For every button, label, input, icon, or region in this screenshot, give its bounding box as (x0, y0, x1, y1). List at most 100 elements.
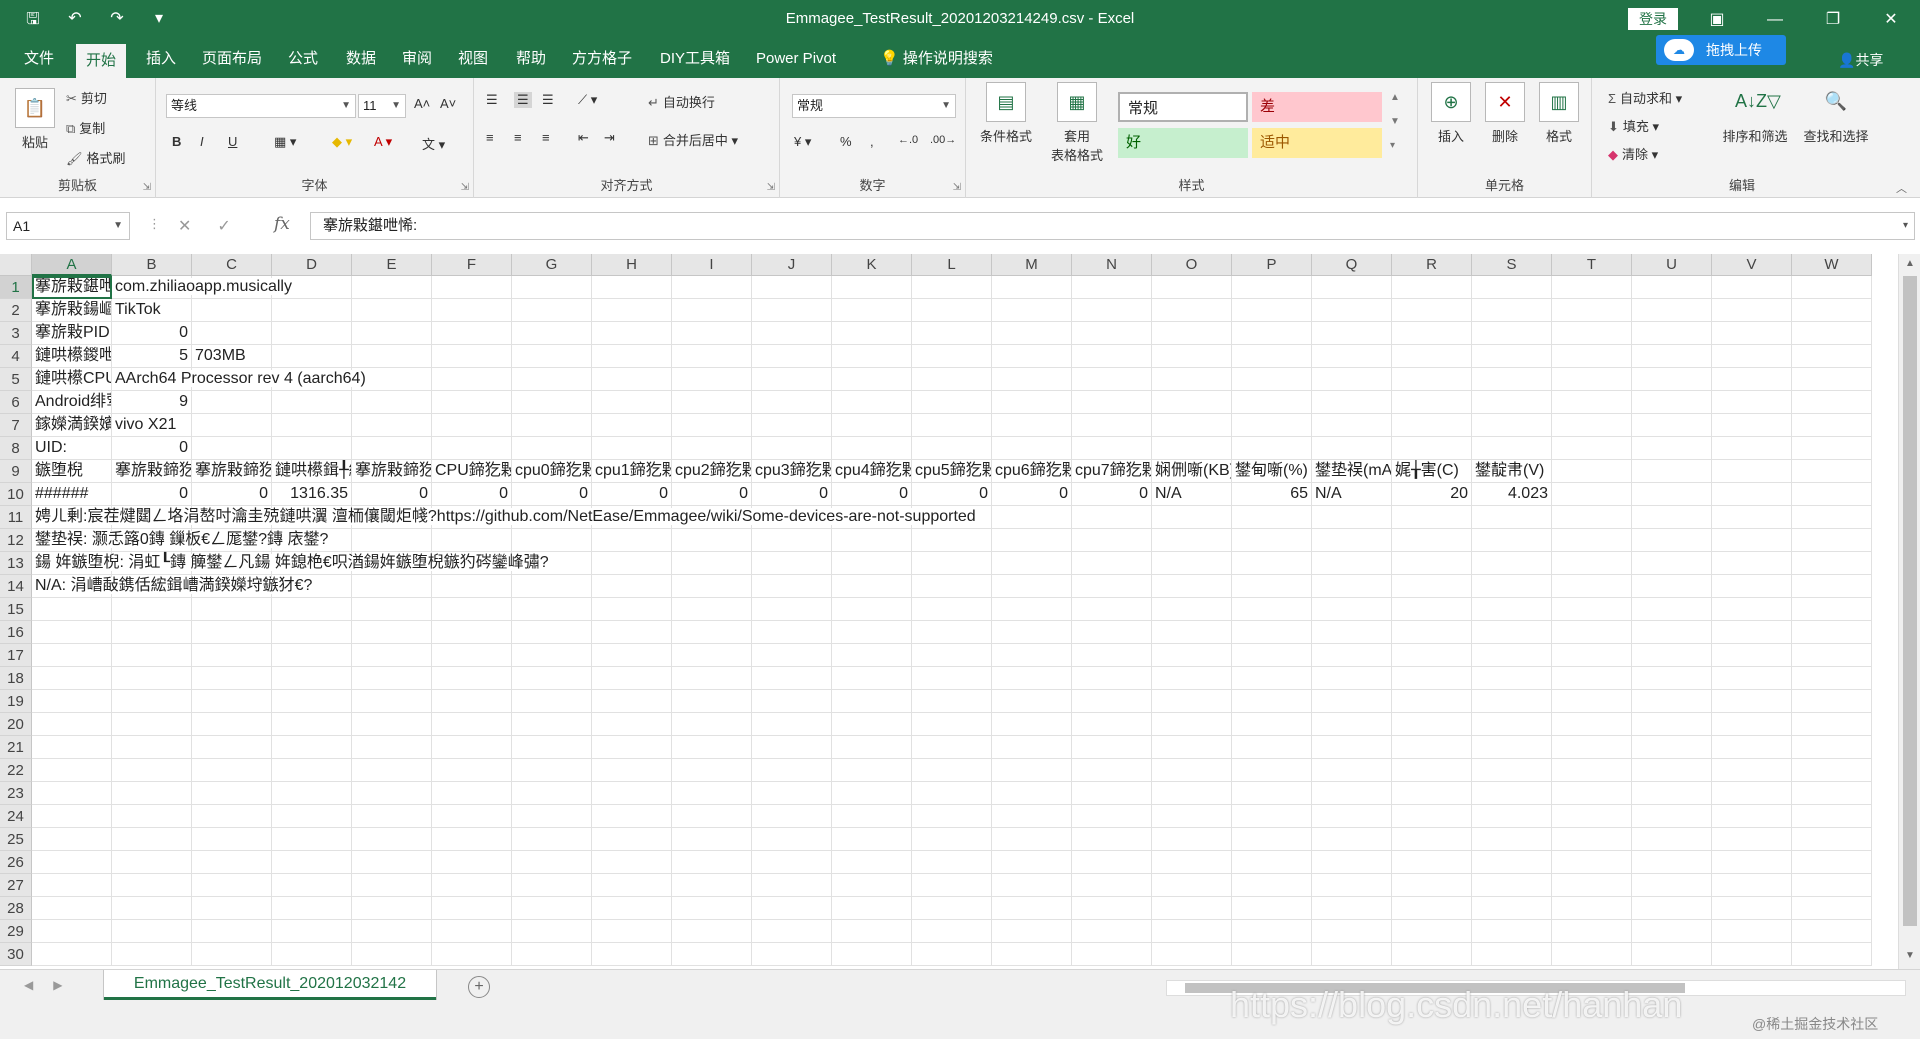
cell-n3[interactable] (1072, 322, 1152, 345)
cell-v24[interactable] (1712, 805, 1792, 828)
cell-n18[interactable] (1072, 667, 1152, 690)
cell-v29[interactable] (1712, 920, 1792, 943)
cell-p2[interactable] (1232, 299, 1312, 322)
row-header[interactable]: 18 (0, 667, 32, 690)
cell-i6[interactable] (672, 391, 752, 414)
fill-button[interactable]: ⬇ 填充 ▾ (1608, 116, 1659, 135)
name-box[interactable]: A1 ▼ (6, 212, 130, 240)
cell-l13[interactable] (912, 552, 992, 575)
cell-b10[interactable]: 0 (112, 483, 192, 506)
cell-e10[interactable]: 0 (352, 483, 432, 506)
sheet-next-icon[interactable]: ▶ (53, 978, 62, 992)
cell-f5[interactable] (432, 368, 512, 391)
cell-g12[interactable] (512, 529, 592, 552)
cell-d8[interactable] (272, 437, 352, 460)
format-as-table-button[interactable]: ▦ 套用 表格格式 (1040, 82, 1114, 164)
cell-c23[interactable] (192, 782, 272, 805)
cell-m18[interactable] (992, 667, 1072, 690)
cell-r21[interactable] (1392, 736, 1472, 759)
cell-b20[interactable] (112, 713, 192, 736)
cell-m21[interactable] (992, 736, 1072, 759)
cell-o23[interactable] (1152, 782, 1232, 805)
insert-cells-button[interactable]: ⊕ 插入 (1426, 82, 1476, 145)
cell-e18[interactable] (352, 667, 432, 690)
cell-m14[interactable] (992, 575, 1072, 598)
number-format-select[interactable]: 常规 ▼ (792, 94, 956, 118)
cell-f12[interactable] (432, 529, 512, 552)
cell-k14[interactable] (832, 575, 912, 598)
cell-m6[interactable] (992, 391, 1072, 414)
cell-u21[interactable] (1632, 736, 1712, 759)
cell-p4[interactable] (1232, 345, 1312, 368)
column-header-p[interactable]: P (1232, 254, 1312, 276)
cell-u13[interactable] (1632, 552, 1712, 575)
cell-w17[interactable] (1792, 644, 1872, 667)
cell-a22[interactable] (32, 759, 112, 782)
cell-v2[interactable] (1712, 299, 1792, 322)
cell-l2[interactable] (912, 299, 992, 322)
cell-v16[interactable] (1712, 621, 1792, 644)
cell-k6[interactable] (832, 391, 912, 414)
cell-a26[interactable] (32, 851, 112, 874)
cell-l29[interactable] (912, 920, 992, 943)
cell-o16[interactable] (1152, 621, 1232, 644)
cell-u18[interactable] (1632, 667, 1712, 690)
cell-i7[interactable] (672, 414, 752, 437)
cell-d3[interactable] (272, 322, 352, 345)
column-header-e[interactable]: E (352, 254, 432, 276)
cell-p1[interactable] (1232, 276, 1312, 299)
cell-h6[interactable] (592, 391, 672, 414)
row-header[interactable]: 23 (0, 782, 32, 805)
cell-g7[interactable] (512, 414, 592, 437)
cell-t2[interactable] (1552, 299, 1632, 322)
number-launcher-icon[interactable]: ⇲ (953, 182, 961, 193)
cell-s29[interactable] (1472, 920, 1552, 943)
cell-i27[interactable] (672, 874, 752, 897)
cell-n1[interactable] (1072, 276, 1152, 299)
cell-m4[interactable] (992, 345, 1072, 368)
cell-k5[interactable] (832, 368, 912, 391)
cell-l9[interactable]: cpu5鍗犵敤 (912, 460, 992, 483)
cell-l25[interactable] (912, 828, 992, 851)
cell-g17[interactable] (512, 644, 592, 667)
cell-e12[interactable] (352, 529, 432, 552)
column-header-w[interactable]: W (1792, 254, 1872, 276)
column-header-k[interactable]: K (832, 254, 912, 276)
clear-button[interactable]: ◆ 清除 ▾ (1608, 144, 1658, 163)
cell-c20[interactable] (192, 713, 272, 736)
cell-e21[interactable] (352, 736, 432, 759)
cell-t29[interactable] (1552, 920, 1632, 943)
cell-i8[interactable] (672, 437, 752, 460)
cell-g29[interactable] (512, 920, 592, 943)
sheet-prev-icon[interactable]: ◀ (24, 978, 33, 992)
cell-g1[interactable] (512, 276, 592, 299)
cell-w16[interactable] (1792, 621, 1872, 644)
insert-function-button[interactable]: fx (274, 214, 290, 234)
cell-n29[interactable] (1072, 920, 1152, 943)
cell-n6[interactable] (1072, 391, 1152, 414)
cell-h7[interactable] (592, 414, 672, 437)
formula-input[interactable]: 搴旂敤鍖呭悕: ▾ (310, 212, 1915, 240)
column-header-v[interactable]: V (1712, 254, 1792, 276)
cell-s8[interactable] (1472, 437, 1552, 460)
cell-p27[interactable] (1232, 874, 1312, 897)
cell-a14[interactable]: N/A: 涓嶆敮鎸佸綋鍓嶆満鍨嬫垨鏃犲€? (32, 575, 313, 598)
cell-u7[interactable] (1632, 414, 1712, 437)
cell-l21[interactable] (912, 736, 992, 759)
cell-w21[interactable] (1792, 736, 1872, 759)
close-icon[interactable]: ✕ (1862, 0, 1920, 40)
cell-q2[interactable] (1312, 299, 1392, 322)
cell-b9[interactable]: 搴旂敤鍗犵敤 (112, 460, 192, 483)
cell-k1[interactable] (832, 276, 912, 299)
cell-b2[interactable]: TikTok (112, 299, 192, 322)
cell-b26[interactable] (112, 851, 192, 874)
cell-r28[interactable] (1392, 897, 1472, 920)
align-left-icon[interactable]: ≡ (486, 130, 494, 145)
cell-g14[interactable] (512, 575, 592, 598)
cell-v3[interactable] (1712, 322, 1792, 345)
cell-v1[interactable] (1712, 276, 1792, 299)
cell-s14[interactable] (1472, 575, 1552, 598)
cell-f6[interactable] (432, 391, 512, 414)
cell-g8[interactable] (512, 437, 592, 460)
cell-s22[interactable] (1472, 759, 1552, 782)
